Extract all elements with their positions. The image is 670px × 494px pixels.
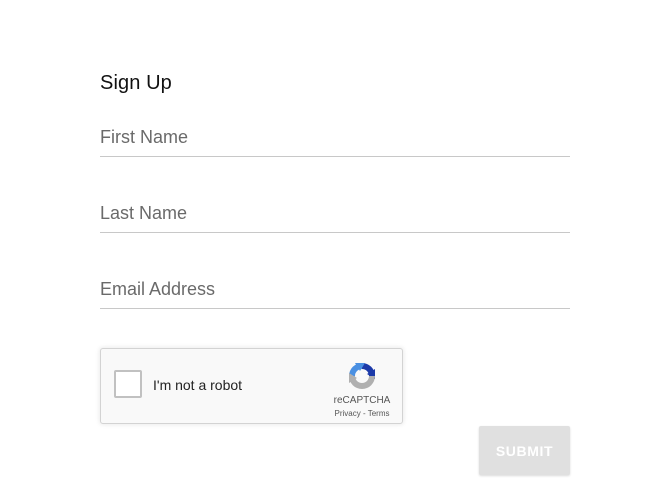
- links-separator: -: [360, 409, 368, 418]
- privacy-link[interactable]: Privacy: [335, 409, 361, 418]
- submit-button[interactable]: SUBMIT: [479, 426, 570, 475]
- recaptcha-links: Privacy - Terms: [327, 409, 397, 418]
- page-title: Sign Up: [100, 72, 172, 94]
- email-input[interactable]: [100, 270, 570, 309]
- last-name-input[interactable]: [100, 194, 570, 233]
- email-field-wrapper: [100, 269, 570, 309]
- recaptcha-brand: reCAPTCHA: [333, 395, 391, 406]
- first-name-field-wrapper: [100, 117, 570, 157]
- terms-link[interactable]: Terms: [368, 409, 390, 418]
- recaptcha-logo-icon: [349, 363, 375, 389]
- recaptcha-label: I'm not a robot: [153, 377, 243, 393]
- recaptcha-checkbox[interactable]: [114, 370, 142, 398]
- recaptcha-widget: I'm not a robot reCAPTCHA Privacy - Term…: [100, 348, 403, 424]
- first-name-input[interactable]: [100, 118, 570, 157]
- last-name-field-wrapper: [100, 193, 570, 233]
